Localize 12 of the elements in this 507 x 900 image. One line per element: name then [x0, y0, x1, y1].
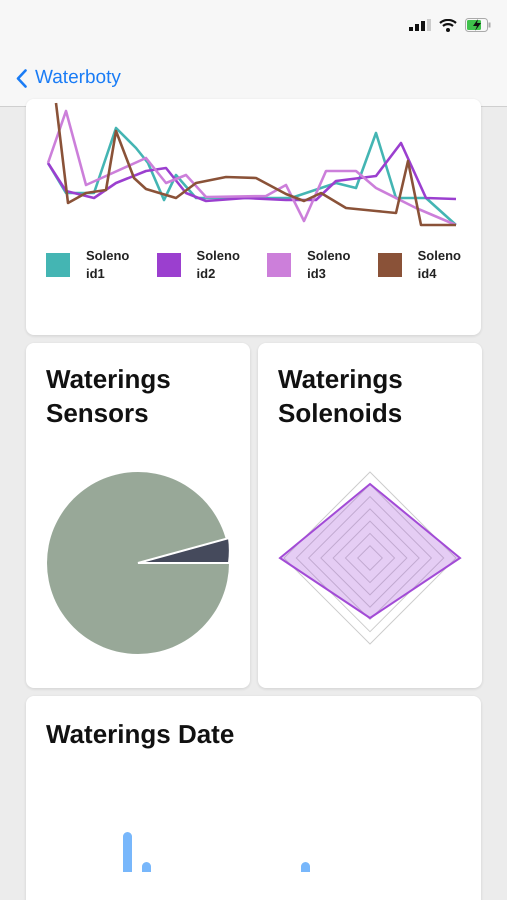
battery-charging-icon [465, 18, 491, 32]
wifi-icon [439, 18, 457, 32]
legend-label: Soleno id3 [307, 247, 350, 282]
card-title: Waterings Sensors [46, 363, 172, 430]
back-chevron-icon [16, 68, 27, 88]
card-title: Waterings Solenoids [278, 363, 404, 430]
legend-label: Soleno id2 [196, 247, 240, 282]
legend-label: Soleno id4 [418, 247, 461, 282]
back-link[interactable]: Waterboty [16, 64, 121, 92]
signal-icon [409, 19, 431, 31]
card-title: Waterings Date [46, 718, 236, 751]
legend-label: Soleno id1 [86, 247, 130, 282]
